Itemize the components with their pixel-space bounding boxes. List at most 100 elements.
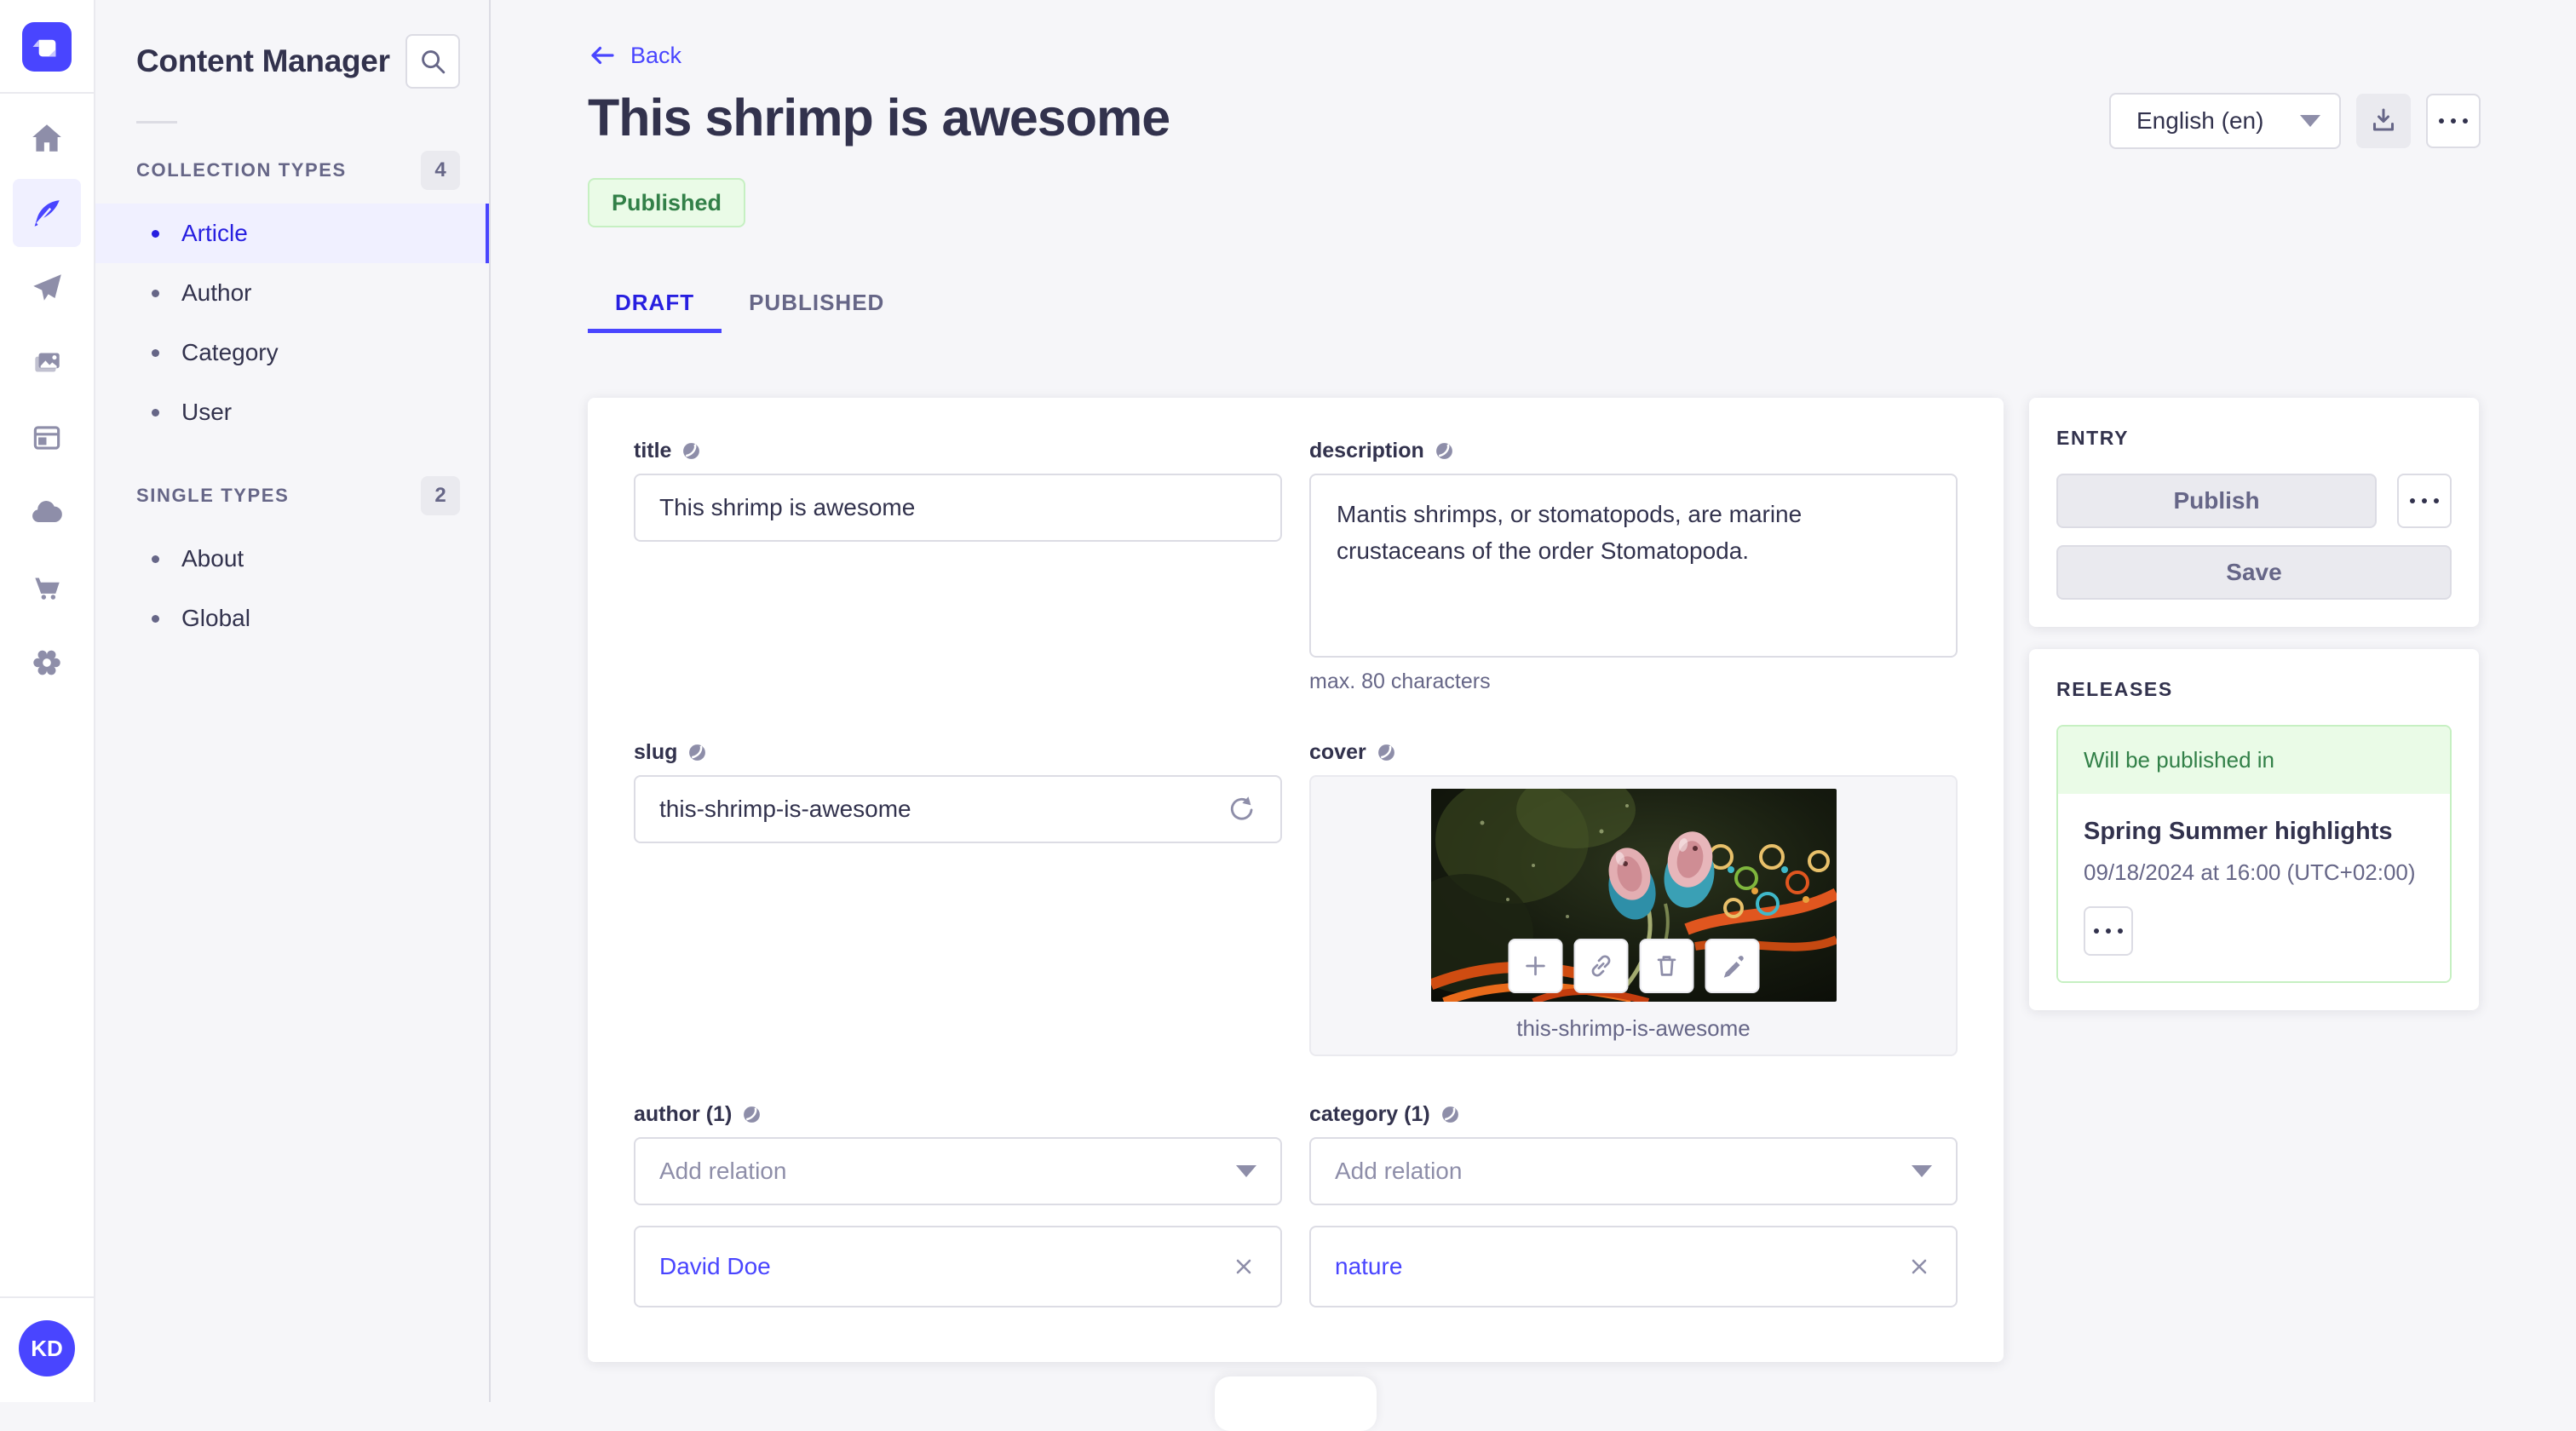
releases-panel: RELEASES Will be published in Spring Sum… — [2029, 649, 2479, 1010]
slug-input[interactable]: this-shrimp-is-awesome — [634, 775, 1282, 843]
link-icon — [1591, 955, 1610, 977]
entry-panel-heading: ENTRY — [2056, 427, 2130, 449]
tab-published[interactable]: PUBLISHED — [722, 277, 911, 333]
search-button[interactable] — [405, 34, 460, 89]
sidebar-item-label: Global — [181, 605, 250, 631]
nav-settings-button[interactable] — [13, 629, 81, 697]
category-combobox-placeholder: Add relation — [1335, 1158, 1463, 1184]
regenerate-slug-button[interactable] — [1224, 793, 1256, 825]
nav-media-library-button[interactable] — [13, 329, 81, 397]
edit-media-button[interactable] — [1705, 939, 1759, 993]
tab-draft[interactable]: DRAFT — [588, 277, 722, 333]
next-section-peek — [1215, 1376, 1377, 1431]
title-input-value: This shrimp is awesome — [659, 494, 916, 520]
close-icon — [1236, 1259, 1251, 1274]
cover-filename: this-shrimp-is-awesome — [1516, 1015, 1751, 1041]
arrow-left-icon — [591, 46, 614, 65]
remove-author-relation-button[interactable] — [1231, 1254, 1256, 1279]
sidebar-item-about[interactable]: About — [95, 529, 489, 589]
author-field: author (1) Add relation David Doe — [634, 1102, 1282, 1307]
sidebar-item-label: Category — [181, 339, 279, 365]
sidebar-item-article[interactable]: Article — [95, 204, 489, 263]
sidebar-item-label: Author — [181, 279, 252, 306]
nav-content-manager-button[interactable] — [13, 179, 81, 247]
strapi-logo-button[interactable] — [22, 22, 72, 72]
delete-media-button[interactable] — [1639, 939, 1693, 993]
author-relation-combobox[interactable]: Add relation — [634, 1137, 1282, 1205]
trash-icon — [1657, 956, 1676, 976]
remove-category-relation-button[interactable] — [1906, 1254, 1932, 1279]
sidebar-item-author[interactable]: Author — [95, 263, 489, 323]
description-hint: max. 80 characters — [1309, 670, 1491, 693]
publish-button[interactable]: Publish — [2056, 474, 2377, 528]
ellipsis-icon — [2439, 118, 2468, 124]
collection-types-count-badge: 4 — [421, 151, 460, 190]
single-types-list: About Global — [95, 529, 489, 648]
releases-panel-heading: RELEASES — [2056, 678, 2173, 700]
relation-link[interactable]: David Doe — [659, 1253, 771, 1280]
language-select[interactable]: English (en) — [2109, 93, 2341, 149]
entry-more-button[interactable] — [2397, 474, 2452, 528]
side-panel-column: ENTRY Publish Save RELEASES Will be publ… — [2029, 398, 2479, 1010]
category-relation-item: nature — [1309, 1226, 1958, 1307]
chevron-down-icon — [2300, 115, 2320, 127]
pencil-icon — [1723, 956, 1744, 978]
logo-area — [0, 0, 94, 94]
description-textarea[interactable]: Mantis shrimps, or stomatopods, are mari… — [1309, 474, 1958, 658]
download-icon — [2373, 108, 2394, 131]
relation-link[interactable]: nature — [1335, 1253, 1402, 1280]
page-title: This shrimp is awesome — [588, 89, 1170, 147]
entry-panel: ENTRY Publish Save — [2029, 398, 2479, 627]
slug-field-label: slug — [634, 740, 678, 764]
release-card: Will be published in Spring Summer highl… — [2056, 725, 2452, 983]
subnav-divider — [136, 121, 177, 124]
save-button[interactable]: Save — [2056, 545, 2452, 600]
globe-icon — [1441, 1106, 1458, 1123]
download-button[interactable] — [2356, 94, 2411, 148]
sidebar-item-global[interactable]: Global — [95, 589, 489, 648]
user-avatar[interactable]: KD — [19, 1320, 75, 1376]
cover-action-bar — [1508, 939, 1759, 993]
cover-media-box: this-shrimp-is-awesome — [1309, 775, 1958, 1056]
edit-form-card: title This shrimp is awesome description… — [588, 398, 2004, 1362]
globe-icon — [689, 744, 706, 761]
status-badge: Published — [588, 178, 746, 227]
section-label: SINGLE TYPES — [136, 485, 290, 506]
close-icon — [1912, 1259, 1927, 1274]
rail-bottom: KD — [0, 1296, 94, 1402]
globe-icon — [1377, 744, 1394, 761]
sidebar-item-user[interactable]: User — [95, 382, 489, 442]
author-relation-item: David Doe — [634, 1226, 1282, 1307]
sidebar-item-label: User — [181, 399, 233, 425]
description-field: description Mantis shrimps, or stomatopo… — [1309, 439, 1958, 694]
back-link[interactable]: Back — [588, 41, 681, 70]
bullet-icon — [152, 229, 159, 238]
author-field-label: author (1) — [634, 1102, 733, 1126]
gear-icon — [33, 650, 60, 675]
release-more-button[interactable] — [2084, 906, 2133, 956]
nav-home-button[interactable] — [13, 104, 81, 172]
bullet-icon — [152, 555, 159, 563]
title-input[interactable]: This shrimp is awesome — [634, 474, 1282, 542]
single-types-count-badge: 2 — [421, 476, 460, 515]
nav-marketplace-button[interactable] — [13, 554, 81, 622]
nav-content-type-builder-button[interactable] — [13, 404, 81, 472]
sidebar-item-category[interactable]: Category — [95, 323, 489, 382]
chevron-down-icon — [1236, 1165, 1256, 1177]
add-media-button[interactable] — [1508, 939, 1562, 993]
category-relation-combobox[interactable]: Add relation — [1309, 1137, 1958, 1205]
description-field-label: description — [1309, 439, 1424, 463]
nav-releases-button[interactable] — [13, 254, 81, 322]
title-field: title This shrimp is awesome — [634, 439, 1282, 694]
release-date: 09/18/2024 at 16:00 (UTC+02:00) — [2084, 859, 2416, 885]
media-images-icon — [35, 353, 60, 372]
release-status: Will be published in — [2058, 727, 2450, 794]
collection-types-header: COLLECTION TYPES 4 — [95, 141, 489, 200]
more-actions-button[interactable] — [2426, 94, 2481, 148]
app-root: KD Content Manager COLLECTION TYPES 4 Ar… — [0, 0, 2576, 1402]
nav-cloud-button[interactable] — [13, 479, 81, 547]
globe-icon — [744, 1106, 761, 1123]
search-icon — [422, 50, 446, 74]
cover-field-label: cover — [1309, 740, 1366, 764]
copy-link-button[interactable] — [1573, 939, 1628, 993]
